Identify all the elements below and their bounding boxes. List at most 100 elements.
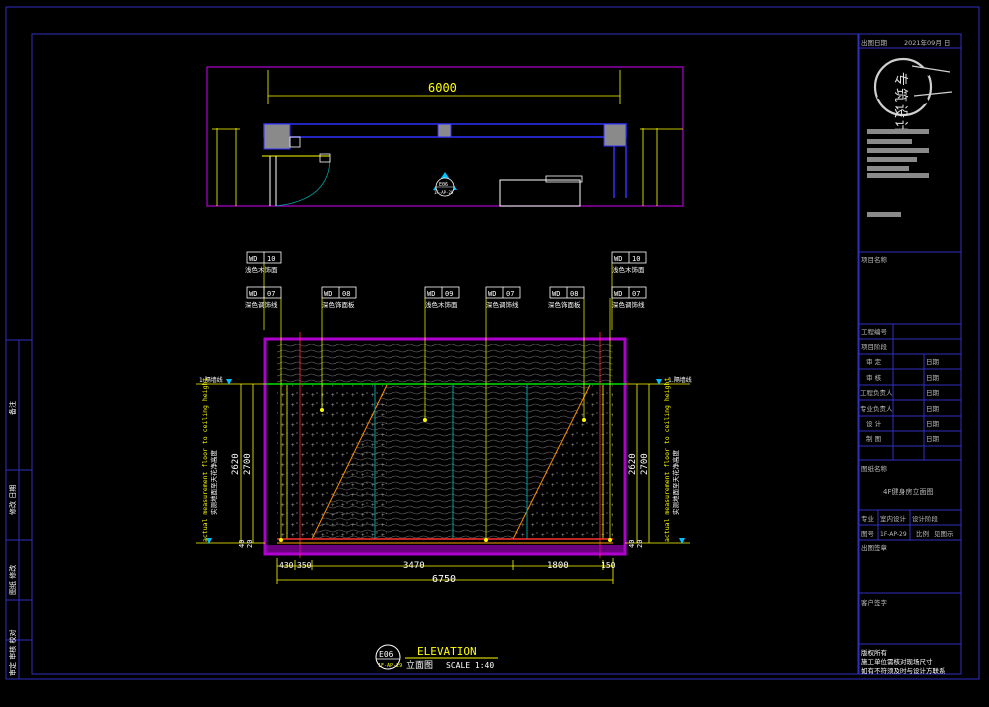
strip-label-approvals: 审定 审核 校对	[8, 630, 17, 676]
role-2: 工程负责人	[860, 388, 893, 397]
height-right-2620: 2620	[628, 453, 638, 475]
side-note-right-en: actual measurement floor to ceiling heig…	[663, 378, 671, 542]
company-logo: 专筑设计	[873, 57, 953, 136]
tag-8-num: 07	[632, 290, 640, 298]
spec-label: 专业	[861, 514, 875, 523]
issue-date-label: 出图日期	[861, 38, 888, 47]
role-3-sig: 日期	[926, 405, 940, 413]
title-scale: SCALE 1:40	[446, 661, 494, 670]
note-line-3: 如有不符须及时与设计方联系	[861, 666, 946, 675]
tag-8-code: WD	[614, 290, 622, 298]
approval-rows: 审 定 日期 审 核 日期 工程负责人 日期 专业负责人 日期 设 计 日期 制…	[859, 354, 961, 461]
role-4-sig: 日期	[926, 420, 940, 428]
tag-3-text: 深色饰面板	[322, 300, 355, 309]
tag-6-code: WD	[552, 290, 560, 298]
sheet-label: 图号	[861, 530, 875, 538]
drawing-name-label: 图纸名称	[861, 464, 888, 473]
dim-total-6750: 6750	[432, 574, 456, 585]
client-sign-label: 客户签字	[861, 598, 888, 607]
tag-5-code: WD	[488, 290, 496, 298]
height-left-2700: 2700	[243, 453, 253, 475]
marker-code: E06	[439, 182, 448, 188]
elevation-marker-symbol: E06 1F-AP-29	[433, 172, 457, 197]
plan-column-left	[263, 123, 291, 150]
tag-3-num: 08	[342, 290, 350, 298]
tag-5-text: 深色调饰线	[486, 300, 519, 309]
title-cn: 立面图	[406, 659, 433, 671]
base-left-40: 40	[238, 540, 246, 548]
plan-view: 6000 E06 1F-AP-29	[206, 66, 684, 207]
tag-1-text: 浅色木饰面	[245, 265, 278, 274]
role-3: 专业负责人	[860, 404, 893, 413]
dim-3470: 3470	[403, 561, 425, 571]
tag-1-code: WD	[249, 255, 257, 263]
logo-lettering: 专筑设计	[892, 72, 908, 136]
elevation-view: 1.隔墙线 1.隔墙线 2620 2700 actual measurement…	[196, 332, 692, 585]
sheet-value: 1F-AP-29	[880, 531, 907, 538]
drawing-title: E06 1F-AP-29 ELEVATION 立面图 SCALE 1:40	[375, 644, 498, 671]
note-line-2: 施工单位需核对现场尺寸	[861, 657, 933, 666]
side-note-left-cn: 实测地面至天花净高度	[209, 450, 218, 516]
title-name: ELEVATION	[417, 645, 477, 658]
height-right-2700: 2700	[640, 453, 650, 475]
role-0: 审 定	[866, 357, 882, 366]
ceiling-band	[277, 344, 613, 384]
height-left-2620: 2620	[231, 453, 241, 475]
dim-430: 430	[279, 561, 294, 570]
tag-7-num: 10	[632, 255, 640, 263]
tag-4-num: 09	[445, 290, 453, 298]
strip-label-remarks: 备注	[8, 401, 17, 415]
role-1: 审 核	[866, 373, 882, 382]
role-2-sig: 日期	[926, 389, 940, 397]
side-note-right-cn: 实测地面至天花净高度	[671, 450, 680, 516]
plan-desk	[499, 179, 581, 207]
tag-4-text: 浅色木饰面	[425, 300, 458, 309]
door-swing-arc	[275, 157, 331, 207]
outer-sheet-border	[5, 6, 980, 680]
plan-width-dimension: 6000	[428, 81, 457, 95]
role-4: 设 计	[866, 419, 882, 428]
note-line-1: 版权所有	[861, 648, 888, 657]
tag-2-num: 07	[267, 290, 275, 298]
dim-1800: 1800	[547, 561, 569, 571]
strip-label-revision: 修改 日期	[8, 485, 17, 515]
dim-350: 350	[297, 561, 312, 570]
tag-2-text: 深色调饰线	[245, 300, 278, 309]
cad-drawing-canvas: + 备注 修改 日期 图纸 修改 审定 审核 校对 6000	[5, 6, 980, 680]
project-phase-label: 项目阶段	[861, 342, 888, 351]
project-number-label: 工程编号	[861, 327, 888, 336]
role-0-sig: 日期	[926, 358, 940, 366]
tag-6-text: 深色饰面板	[548, 300, 581, 309]
base-right-40: 40	[628, 540, 636, 548]
plan-column-mid	[437, 123, 452, 138]
title-sheet: 1F-AP-29	[378, 663, 402, 669]
spec-value: 室内设计	[880, 514, 907, 523]
tag-6-num: 08	[570, 290, 578, 298]
issue-date-value: 2021年09月 日	[904, 38, 950, 47]
tag-5-num: 07	[506, 290, 514, 298]
tag-3-code: WD	[324, 290, 332, 298]
tag-4-code: WD	[427, 290, 435, 298]
level-tag-right: 1.隔墙线	[668, 376, 692, 384]
strip-label-sheet-revision: 图纸 修改	[8, 565, 17, 595]
marker-sheet: 1F-AP-29	[434, 190, 454, 195]
plan-column-right	[603, 123, 627, 147]
base-left-20: 20	[246, 540, 254, 548]
side-note-left-en: actual measurement floor to ceiling heig…	[201, 378, 209, 542]
scale-value: 见图示	[934, 530, 954, 538]
tag-1-num: 10	[267, 255, 275, 263]
tag-2-code: WD	[249, 290, 257, 298]
role-1-sig: 日期	[926, 374, 940, 382]
design-stage-label: 设计阶段	[912, 514, 939, 523]
tag-8: WD 07 深色调饰线	[608, 286, 647, 542]
role-5: 制 图	[866, 434, 881, 443]
stamp-label: 出图签章	[861, 543, 888, 552]
title-block: 出图日期 2021年09月 日 专筑设计 项目名称 工程编号 项目阶段 审 定	[858, 33, 962, 675]
tag-7-code: WD	[614, 255, 622, 263]
base-right-20: 20	[636, 540, 644, 548]
project-name-label: 项目名称	[861, 255, 888, 264]
dim-150: 150	[601, 561, 616, 570]
drawing-name-value: 4F健身房立面图	[883, 487, 933, 496]
scale-label: 比例	[916, 529, 929, 538]
title-code: E06	[379, 650, 394, 659]
